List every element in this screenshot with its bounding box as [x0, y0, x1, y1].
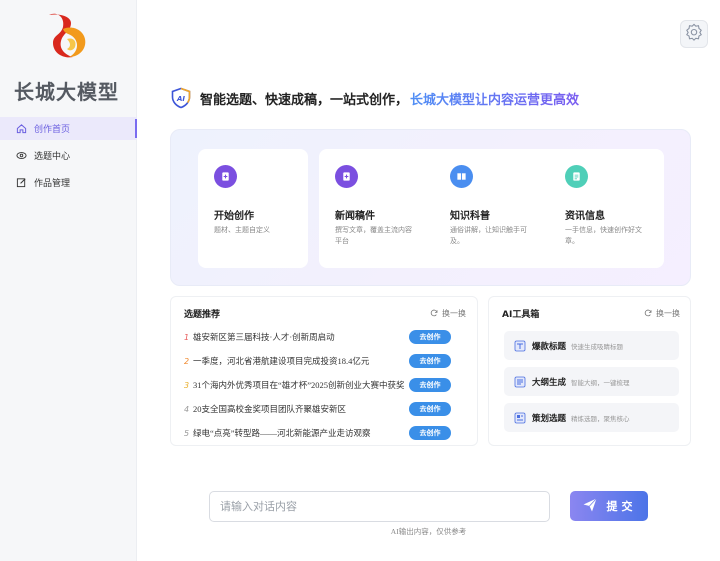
sidebar: 长城大模型 创作首页 选题中心 作品管理: [0, 0, 137, 561]
feature-title: 新闻稿件: [335, 211, 375, 222]
sidebar-item-works[interactable]: 作品管理: [0, 171, 137, 194]
refresh-topics-button[interactable]: 换一换: [430, 308, 466, 319]
go-create-button[interactable]: 去创作: [409, 378, 451, 392]
feature-card-science[interactable]: 知识科普 通俗讲解，让知识触手可及。: [434, 149, 549, 268]
refresh-icon: [430, 309, 438, 319]
go-create-button[interactable]: 去创作: [409, 402, 451, 416]
ai-toolbox-panel: AI工具箱 换一换 爆款标题 快速生成吸睛标题 大纲生成 智能大纲，一键梳理 策…: [488, 296, 691, 446]
svg-text:AI: AI: [176, 95, 185, 103]
sidebar-item-label: 选题中心: [34, 152, 71, 162]
plan-icon: [514, 412, 526, 424]
send-icon: [582, 497, 607, 516]
sidebar-nav: 创作首页 选题中心 作品管理: [0, 117, 137, 198]
chat-input[interactable]: [209, 491, 550, 522]
feature-desc: 通俗讲解，让知识触手可及。: [450, 226, 527, 245]
note-icon: [565, 165, 588, 188]
settings-button[interactable]: [680, 20, 708, 48]
feature-desc: 题材、主题自定义: [214, 226, 270, 234]
refresh-icon: [644, 309, 652, 319]
sidebar-item-topics[interactable]: 选题中心: [0, 144, 137, 167]
logo-icon: [43, 11, 91, 61]
page-headline: AI 智能选题、快速成稿，一站式创作， 长城大模型让内容运营更高效: [170, 86, 579, 110]
panel-title: 选题推荐: [184, 310, 221, 320]
sidebar-item-label: 作品管理: [34, 179, 71, 189]
tool-item-outline[interactable]: 大纲生成 智能大纲，一键梳理: [504, 367, 679, 396]
brand-name: 长城大模型: [14, 80, 119, 104]
sidebar-item-home[interactable]: 创作首页: [0, 117, 137, 140]
feature-card-news-info[interactable]: 资讯信息 一手信息，快速创作好文章。: [549, 149, 664, 268]
go-create-button[interactable]: 去创作: [409, 330, 451, 344]
submit-button[interactable]: 提交: [570, 491, 648, 521]
feature-panel: 开始创作 题材、主题自定义 新闻稿件 撰写文章，覆盖主流内容平台 知识科普 通俗…: [170, 129, 691, 286]
edit-icon: [15, 177, 27, 189]
title-icon: [514, 340, 526, 352]
feature-title: 知识科普: [450, 211, 490, 222]
plus-doc-icon: [335, 165, 358, 188]
feature-card-start[interactable]: 开始创作 题材、主题自定义: [198, 149, 308, 268]
go-create-button[interactable]: 去创作: [409, 426, 451, 440]
ai-shield-icon: AI: [170, 87, 192, 109]
tool-item-title[interactable]: 爆款标题 快速生成吸睛标题: [504, 331, 679, 360]
go-create-button[interactable]: 去创作: [409, 354, 451, 368]
feature-desc: 一手信息，快速创作好文章。: [565, 226, 642, 245]
tagline-accent: 长城大模型让内容运营更高效: [410, 89, 579, 108]
feature-title: 资讯信息: [565, 211, 605, 222]
topic-recommendation-panel: 选题推荐 换一换 1 雄安新区第三届科技·人才·创新周启动 去创作 2 一季度，…: [170, 296, 478, 446]
disclaimer-text: AI输出内容，仅供参考: [390, 527, 467, 536]
panel-title: AI工具箱: [502, 310, 540, 320]
feature-card-news[interactable]: 新闻稿件 撰写文章，覆盖主流内容平台: [319, 149, 434, 268]
book-icon: [450, 165, 473, 188]
submit-label: 提交: [606, 501, 637, 513]
tool-item-plan[interactable]: 策划选题 精炼选题，聚焦核心: [504, 403, 679, 432]
outline-icon: [514, 376, 526, 388]
eye-icon: [15, 150, 27, 162]
sidebar-item-label: 创作首页: [34, 125, 71, 135]
plus-doc-icon: [214, 165, 237, 188]
tagline-main: 智能选题、快速成稿，一站式创作，: [200, 92, 409, 108]
feature-desc: 撰写文章，覆盖主流内容平台: [335, 226, 412, 245]
refresh-tools-button[interactable]: 换一换: [644, 308, 680, 319]
home-icon: [15, 123, 27, 135]
gear-icon: [685, 23, 703, 45]
feature-title: 开始创作: [214, 211, 254, 222]
feature-card-group: 新闻稿件 撰写文章，覆盖主流内容平台 知识科普 通俗讲解，让知识触手可及。 资讯…: [319, 149, 664, 268]
